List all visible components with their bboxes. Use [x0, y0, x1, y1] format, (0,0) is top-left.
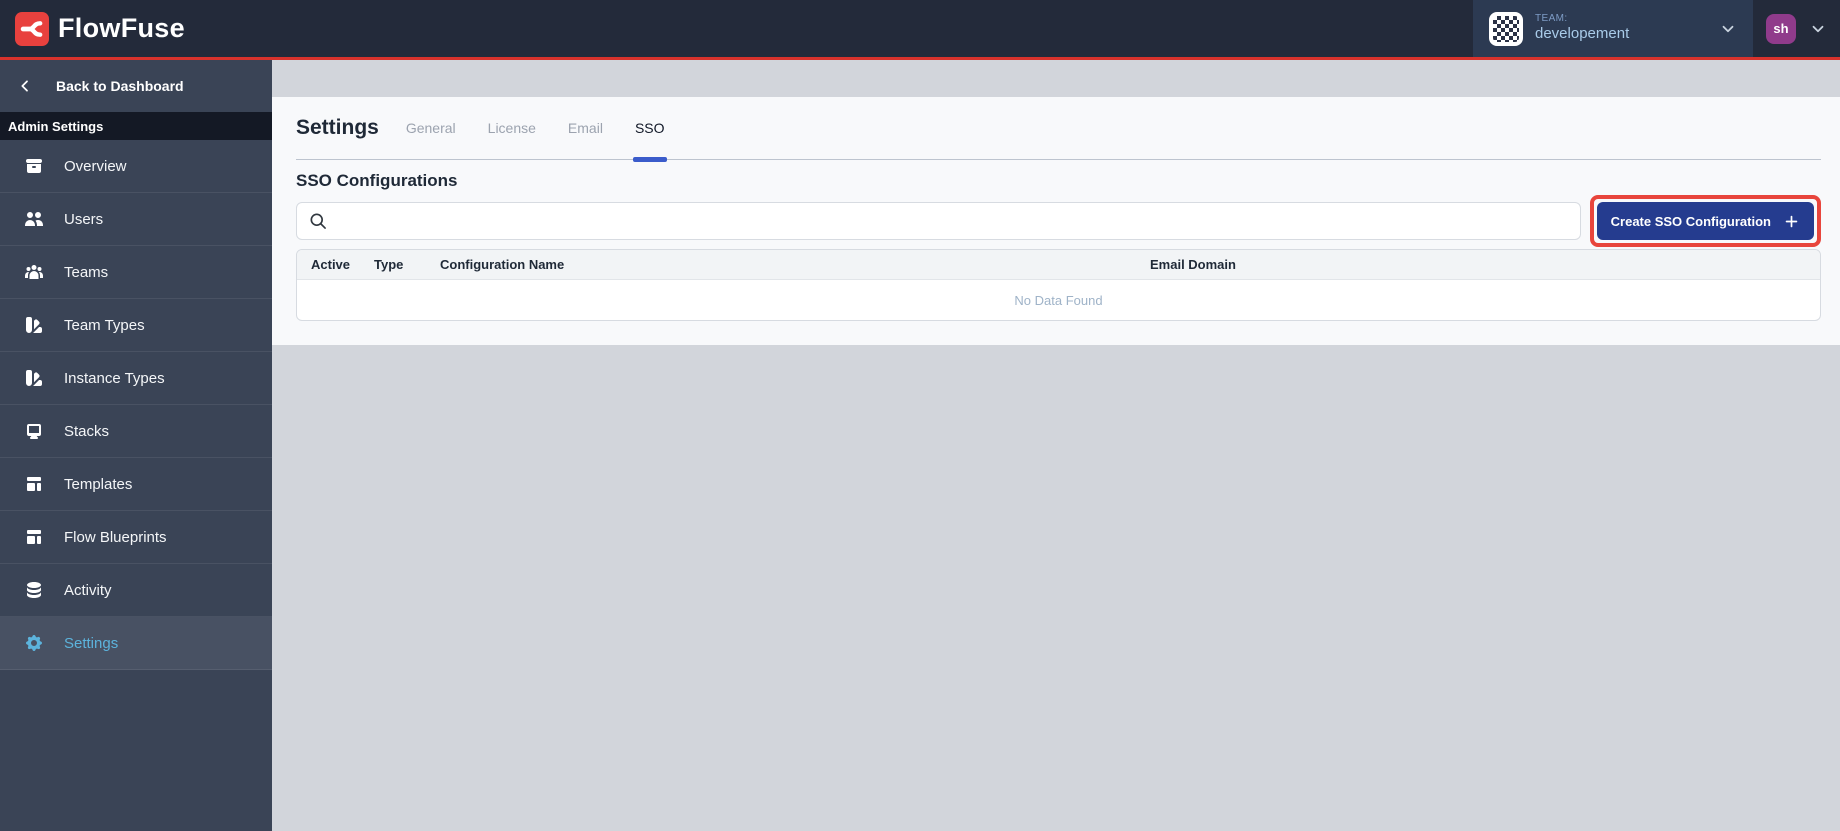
color-swatch-icon	[26, 370, 42, 386]
user-menu[interactable]: sh	[1753, 0, 1840, 57]
color-swatch-icon	[26, 317, 42, 333]
database-icon	[27, 582, 41, 598]
create-sso-configuration-button[interactable]: Create SSO Configuration	[1596, 202, 1814, 240]
search-icon	[310, 213, 326, 229]
team-label: TEAM:	[1535, 12, 1568, 24]
settings-panel: Settings General License Email SSO SSO C…	[272, 97, 1840, 345]
cog-icon	[26, 635, 42, 651]
sidebar-item-teams[interactable]: Teams	[0, 246, 272, 299]
tab-email[interactable]: Email	[566, 97, 605, 159]
team-name: developement	[1535, 25, 1630, 43]
sidebar-item-users[interactable]: Users	[0, 193, 272, 246]
sidebar-item-label: Team Types	[64, 316, 145, 334]
sidebar-item-stacks[interactable]: Stacks	[0, 405, 272, 458]
column-header-email-domain: Email Domain	[1150, 257, 1236, 272]
search-row: Create SSO Configuration	[296, 195, 1821, 247]
team-selector[interactable]: TEAM: developement	[1473, 0, 1753, 57]
user-avatar: sh	[1766, 13, 1796, 44]
column-header-type: Type	[374, 257, 404, 272]
sidebar-item-label: Activity	[64, 581, 112, 599]
user-group-icon	[25, 265, 43, 279]
table-header-row: Active Type Configuration Name Email Dom…	[297, 250, 1820, 280]
sidebar-item-label: Overview	[64, 157, 127, 175]
template-icon	[27, 530, 41, 544]
sidebar-item-overview[interactable]: Overview	[0, 140, 272, 193]
page-title: Settings	[296, 116, 379, 139]
chevron-down-icon	[1722, 25, 1734, 32]
sidebar-item-activity[interactable]: Activity	[0, 564, 272, 617]
settings-header-row: Settings General License Email SSO	[296, 97, 1821, 162]
back-to-dashboard-button[interactable]: Back to Dashboard	[0, 60, 272, 112]
tab-sso[interactable]: SSO	[632, 97, 667, 162]
back-to-dashboard-label: Back to Dashboard	[56, 78, 184, 94]
sidebar-item-team-types[interactable]: Team Types	[0, 299, 272, 352]
sidebar-item-settings[interactable]: Settings	[0, 617, 272, 670]
column-header-active: Active	[311, 257, 351, 272]
sidebar-item-flow-blueprints[interactable]: Flow Blueprints	[0, 511, 272, 564]
template-icon	[27, 477, 41, 491]
plus-icon	[1785, 215, 1798, 227]
create-sso-configuration-label: Create SSO Configuration	[1610, 213, 1771, 229]
users-icon	[25, 212, 43, 226]
sidebar-item-instance-types[interactable]: Instance Types	[0, 352, 272, 405]
sidebar-item-label: Instance Types	[64, 369, 165, 387]
column-header-configuration-name: Configuration Name	[440, 257, 565, 272]
sso-configurations-table: Active Type Configuration Name Email Dom…	[296, 249, 1821, 321]
brand-title: FlowFuse	[58, 13, 185, 43]
desktop-computer-icon	[27, 424, 41, 439]
chevron-left-icon	[21, 80, 28, 92]
sidebar-item-templates[interactable]: Templates	[0, 458, 272, 511]
sidebar-section-label: Admin Settings	[0, 112, 272, 140]
search-box	[296, 202, 1581, 240]
chevron-down-icon	[1812, 25, 1824, 32]
sidebar-item-label: Stacks	[64, 422, 110, 440]
sidebar-item-label: Teams	[64, 263, 109, 281]
archive-icon	[26, 159, 42, 173]
annotation-highlight: Create SSO Configuration	[1589, 195, 1821, 247]
flowfuse-logo-icon	[15, 11, 49, 46]
sidebar-item-label: Templates	[64, 475, 133, 493]
table-empty-state: No Data Found	[1014, 292, 1103, 308]
sidebar-item-label: Users	[64, 210, 104, 228]
admin-sidebar: Back to Dashboard Admin Settings Overvie…	[0, 60, 272, 831]
section-title: SSO Configurations	[296, 171, 458, 190]
sidebar-item-label: Flow Blueprints	[64, 528, 167, 546]
sidebar-item-label: Settings	[64, 634, 119, 652]
search-input[interactable]	[337, 213, 1569, 229]
top-navbar: FlowFuse TEAM: developement sh	[0, 0, 1840, 60]
tab-general[interactable]: General	[404, 97, 458, 159]
main-content: Settings General License Email SSO SSO C…	[272, 60, 1840, 831]
tab-license[interactable]: License	[486, 97, 538, 159]
team-avatar	[1489, 11, 1523, 46]
